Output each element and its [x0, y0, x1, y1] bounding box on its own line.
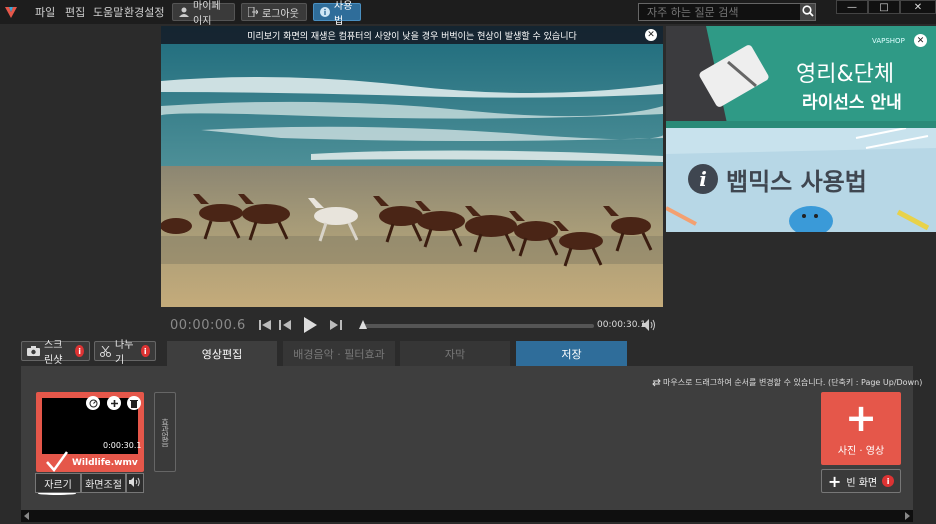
logout-label: 로그아웃 — [262, 8, 299, 20]
tab-subtitle[interactable]: 자막 — [400, 341, 510, 366]
tab-label: 저장 — [561, 347, 582, 361]
screen-adjust-button[interactable]: 화면조절 — [81, 473, 126, 493]
play-icon[interactable] — [304, 317, 317, 336]
clip-delete-icon[interactable] — [127, 396, 141, 410]
add-media-button[interactable]: + 사진 · 영상 — [821, 392, 901, 465]
horizontal-scrollbar[interactable] — [21, 510, 913, 522]
clip-volume-button[interactable] — [126, 473, 144, 493]
blank-screen-label: 빈 화면 — [846, 477, 878, 489]
ad1-line2: 라이선스 안내 — [802, 93, 902, 113]
close-button[interactable]: ✕ — [900, 0, 936, 14]
howto-ad-banner[interactable]: i 뱁믹스 사용법 — [666, 128, 936, 232]
reorder-hint: 마우스로 드래그하여 순서를 변경할 수 있습니다. (단축키 : Page U… — [663, 378, 923, 387]
screen-adjust-label: 화면조절 — [85, 479, 122, 491]
volume-icon[interactable] — [642, 319, 656, 334]
howto-label: 사용법 — [334, 1, 353, 27]
maximize-icon: □ — [879, 1, 889, 13]
tab-bgm-filter[interactable]: 배경음악 · 필터효과 — [283, 341, 395, 366]
seek-handle[interactable] — [359, 320, 367, 329]
menu-edit[interactable]: 편집 — [65, 4, 85, 20]
menu-file[interactable]: 파일 — [35, 4, 55, 20]
menu-settings[interactable]: 환경설정 — [124, 4, 164, 20]
tab-label: 배경음악 · 필터효과 — [293, 347, 385, 361]
ad2-text: 뱁믹스 사용법 — [726, 168, 867, 196]
logout-icon — [248, 7, 258, 17]
mypage-button[interactable]: 마이페이지 — [172, 1, 235, 27]
license-ad-banner[interactable]: VAPSHOP 영리&단체 라이선스 안내 ✕ — [666, 26, 936, 128]
user-icon — [179, 7, 189, 17]
camera-icon — [27, 346, 40, 356]
screenshot-button[interactable]: 스크린샷 i — [21, 340, 90, 366]
reorder-icon — [652, 377, 661, 390]
speaker-icon — [129, 476, 141, 490]
plus-icon: + — [827, 471, 842, 491]
search-icon — [801, 4, 814, 20]
search-button[interactable] — [800, 4, 815, 20]
cut-underline — [38, 492, 76, 495]
checkmark-icon — [46, 450, 69, 475]
plus-icon: + — [845, 396, 877, 440]
effect-none-button[interactable]: 효과없음 — [154, 392, 176, 472]
tab-label: 영상편집 — [201, 347, 243, 361]
logout-button[interactable]: 로그아웃 — [241, 3, 307, 21]
scissors-icon — [100, 345, 111, 357]
minimize-button[interactable]: — — [836, 0, 868, 14]
tab-video-edit[interactable]: 영상편집 — [167, 341, 277, 366]
skip-start-icon[interactable] — [259, 319, 271, 334]
blank-screen-button[interactable]: + 빈 화면 i — [821, 469, 901, 493]
screenshot-label: 스크린샷 — [44, 340, 63, 366]
video-preview[interactable]: 미리보기 화면의 재생은 컴퓨터의 사양이 낮을 경우 버벅이는 현상이 발생할… — [161, 26, 663, 307]
ad1-line1: 영리&단체 — [796, 62, 895, 87]
app-logo-icon — [4, 4, 18, 20]
scroll-right-icon[interactable] — [905, 512, 910, 520]
split-info-icon[interactable]: i — [140, 345, 150, 357]
end-time: 00:00:30.1 — [597, 320, 647, 330]
blank-info-icon[interactable]: i — [882, 475, 895, 487]
step-back-icon[interactable] — [279, 319, 291, 334]
ad2-info-icon: i — [688, 164, 718, 194]
clip-add-icon[interactable] — [107, 396, 121, 410]
close-icon: ✕ — [913, 1, 923, 13]
menu-help[interactable]: 도움말 — [93, 4, 123, 20]
banner-text: 미리보기 화면의 재생은 컴퓨터의 사양이 낮을 경우 버벅이는 현상이 발생할… — [247, 31, 577, 42]
screenshot-info-icon[interactable]: i — [75, 345, 84, 357]
clip-speed-icon[interactable] — [86, 396, 100, 410]
cut-label: 자르기 — [44, 479, 72, 491]
tab-save[interactable]: 저장 — [516, 341, 627, 366]
ad-brand: VAPSHOP — [872, 37, 905, 45]
howto-button[interactable]: 사용법 — [313, 1, 361, 27]
cut-button[interactable]: 자르기 — [35, 473, 81, 493]
seek-bar[interactable] — [362, 324, 594, 328]
preview-warning-banner: 미리보기 화면의 재생은 컴퓨터의 사양이 낮을 경우 버벅이는 현상이 발생할… — [161, 26, 663, 44]
clip-name: Wildlife.wmv — [72, 458, 138, 468]
ad-close-icon[interactable]: ✕ — [914, 34, 927, 47]
split-button[interactable]: 나누기 i — [94, 340, 156, 366]
effect-label: 효과없음 — [160, 418, 170, 446]
scroll-left-icon[interactable] — [24, 512, 29, 520]
split-label: 나누기 — [115, 340, 134, 366]
maximize-button[interactable]: □ — [868, 0, 900, 14]
preview-frame — [161, 26, 663, 307]
mypage-label: 마이페이지 — [193, 1, 221, 27]
step-forward-icon[interactable] — [330, 319, 342, 334]
info-circle-icon — [320, 7, 330, 17]
clip-duration: 0:00:30.1 — [103, 441, 142, 450]
current-time: 00:00:00.6 — [170, 318, 246, 333]
tab-label: 자막 — [444, 347, 466, 361]
minimize-icon: — — [847, 1, 857, 13]
add-media-label: 사진 · 영상 — [837, 446, 885, 457]
search-input[interactable] — [639, 4, 800, 20]
banner-close-icon[interactable]: ✕ — [645, 29, 657, 41]
search-box — [638, 3, 816, 21]
